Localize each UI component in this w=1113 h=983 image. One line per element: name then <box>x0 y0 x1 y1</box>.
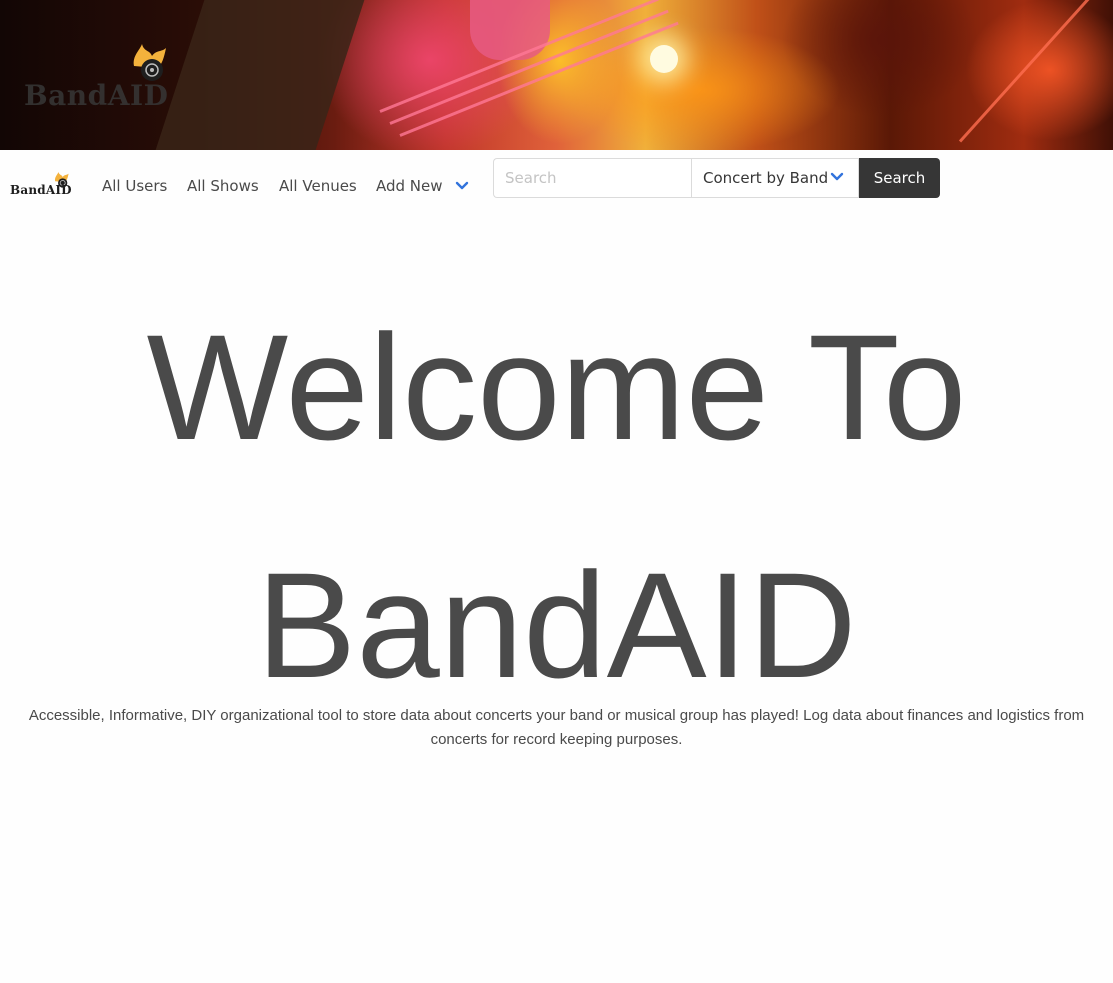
tagline: Accessible, Informative, DIY organizatio… <box>28 707 1085 748</box>
hero-arm-shape <box>470 0 550 60</box>
hero-string <box>958 0 1095 143</box>
chevron-down-icon <box>830 172 844 181</box>
search-input[interactable] <box>493 158 691 198</box>
hero-banner: BandAID <box>0 0 1113 150</box>
nav-add-new-dropdown[interactable]: Add New <box>376 177 469 195</box>
chevron-down-icon <box>456 181 469 189</box>
top-navbar: BandAID All Users All Shows All Venues A… <box>0 150 1113 210</box>
search-filter-value: Concert by Band <box>703 169 829 187</box>
search-form: Concert by Band Search <box>493 158 940 198</box>
brand-logo[interactable]: BandAID <box>10 172 78 200</box>
hero-stage-light <box>650 45 678 73</box>
page-title-line1: Welcome To <box>146 303 967 471</box>
hero-logo-wordmark: BandAID <box>24 79 169 112</box>
brand-wordmark: BandAID <box>10 183 72 197</box>
nav-all-users[interactable]: All Users <box>102 177 167 195</box>
page-title-line2: BandAID <box>256 541 857 709</box>
page-title: Welcome To BandAID <box>0 268 1113 744</box>
flame-tire-icon <box>133 44 166 81</box>
hero-logo: BandAID <box>24 44 194 114</box>
nav-add-new-label: Add New <box>376 177 443 195</box>
nav-all-shows[interactable]: All Shows <box>187 177 259 195</box>
search-filter-select[interactable]: Concert by Band <box>691 158 859 198</box>
nav-all-venues[interactable]: All Venues <box>279 177 357 195</box>
search-button[interactable]: Search <box>859 158 940 198</box>
